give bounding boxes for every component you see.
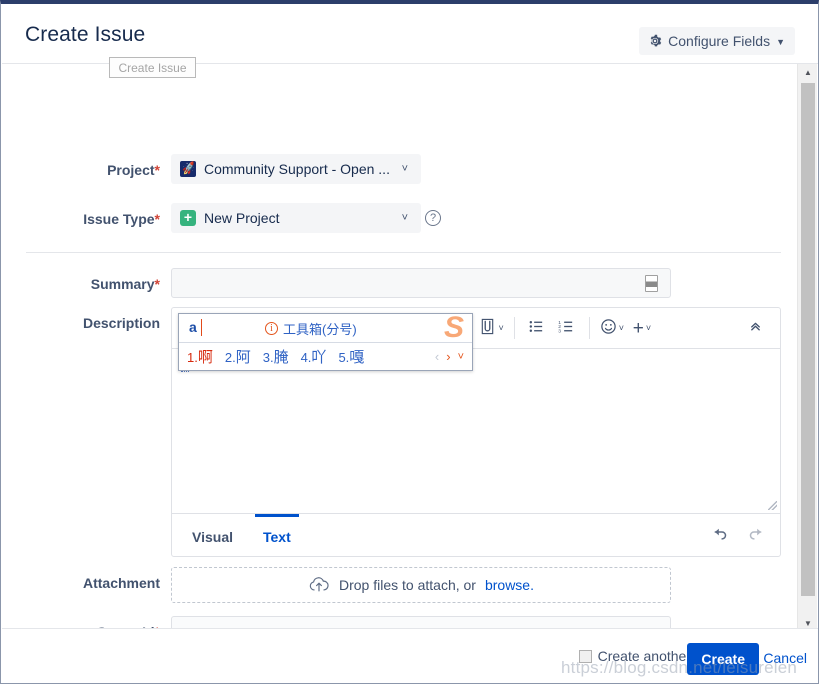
project-value: Community Support - Open ... bbox=[204, 161, 390, 177]
tab-text[interactable]: Text bbox=[255, 514, 299, 556]
ime-toolbox-tip[interactable]: i 工具箱(分号) bbox=[265, 319, 357, 338]
section-divider bbox=[26, 252, 781, 253]
configure-fields-label: Configure Fields bbox=[668, 33, 771, 49]
sogou-logo-icon: S bbox=[443, 313, 464, 344]
ime-text-caret bbox=[201, 319, 202, 336]
create-button[interactable]: Create bbox=[687, 643, 759, 675]
redo-button[interactable] bbox=[747, 524, 764, 546]
create-another-checkbox[interactable] bbox=[578, 649, 592, 663]
editor-resize-handle[interactable] bbox=[768, 501, 777, 510]
chevron-down-icon: ˅ bbox=[401, 163, 408, 175]
scroll-up-arrow[interactable]: ▲ bbox=[798, 64, 818, 81]
ime-next-page-icon[interactable]: › bbox=[446, 349, 450, 364]
attachment-browse-link[interactable]: browse. bbox=[485, 577, 534, 593]
emoji-icon bbox=[600, 318, 617, 339]
chevron-down-icon: ˅ bbox=[401, 212, 408, 224]
dialog-header: Create Issue Configure Fields ▼ bbox=[2, 7, 818, 64]
page-title: Create Issue bbox=[25, 23, 146, 46]
issue-type-label: Issue Type* bbox=[83, 211, 160, 227]
editor-footer: Visual Text bbox=[172, 513, 780, 556]
toolbar-separator bbox=[513, 317, 515, 339]
ime-candidate-list: 1.啊 2.阿 3.腌 4.吖 5.嘎 ‹ › ˅ bbox=[179, 343, 472, 370]
bullet-list-button[interactable] bbox=[522, 314, 552, 342]
numbered-list-button[interactable]: 1 2 3 bbox=[552, 314, 582, 342]
summary-label: Summary* bbox=[90, 276, 160, 292]
attach-button[interactable]: ˅ bbox=[476, 314, 506, 342]
chevron-down-icon: ▼ bbox=[776, 36, 785, 47]
cancel-button[interactable]: Cancel bbox=[763, 650, 807, 666]
emoji-button[interactable]: ˅ bbox=[597, 314, 627, 342]
svg-text:3: 3 bbox=[558, 328, 561, 334]
attachment-dropzone[interactable]: Drop files to attach, or browse. bbox=[171, 567, 671, 603]
configure-fields-button[interactable]: Configure Fields ▼ bbox=[639, 27, 795, 55]
attachment-drop-text: Drop files to attach, or bbox=[339, 577, 476, 593]
sogou-ime-popup: a i 工具箱(分号) S 1.啊 2.阿 3.腌 4.吖 5.嘎 ‹ › ˅ bbox=[178, 313, 473, 371]
form-scrollbar[interactable]: ▲ ▼ bbox=[797, 64, 817, 632]
project-select[interactable]: 🚀 Community Support - Open ... ˅ bbox=[171, 154, 421, 184]
undo-button[interactable] bbox=[712, 524, 729, 546]
chevron-down-icon: ˅ bbox=[618, 323, 624, 333]
tooltip-create-issue: Create Issue bbox=[109, 57, 196, 78]
plus-icon: + bbox=[632, 317, 644, 339]
collapse-toolbar-button[interactable] bbox=[740, 314, 770, 342]
rocket-project-icon: 🚀 bbox=[180, 161, 196, 177]
summary-input[interactable] bbox=[171, 268, 671, 298]
project-label: Project* bbox=[107, 162, 160, 178]
toolbar-separator bbox=[588, 317, 590, 339]
ime-tip-label: 工具箱(分号) bbox=[283, 322, 357, 337]
ime-expand-icon[interactable]: ˅ bbox=[458, 351, 464, 363]
description-textarea[interactable]: a bbox=[172, 349, 780, 513]
dialog-footer: Create another Create Cancel bbox=[2, 628, 818, 682]
bullet-list-icon bbox=[528, 318, 545, 339]
issue-type-value: New Project bbox=[204, 210, 280, 226]
ime-candidate-4[interactable]: 4.吖 bbox=[301, 346, 327, 367]
scrollbar-thumb[interactable] bbox=[801, 83, 815, 596]
create-another-label: Create another bbox=[597, 648, 691, 664]
ime-prev-page-icon[interactable]: ‹ bbox=[435, 349, 439, 364]
chevron-down-icon: ˅ bbox=[498, 323, 504, 333]
ime-candidate-3[interactable]: 3.腌 bbox=[263, 346, 289, 367]
plus-square-icon: + bbox=[180, 210, 196, 226]
insert-more-button[interactable]: + ˅ bbox=[627, 314, 657, 342]
create-another-checkbox-row[interactable]: Create another bbox=[578, 648, 691, 664]
paperclip-icon bbox=[479, 318, 496, 339]
summary-suggestion-icon[interactable] bbox=[645, 275, 658, 292]
numbered-list-icon: 1 2 3 bbox=[558, 318, 575, 339]
ime-pager: ‹ › ˅ bbox=[435, 349, 472, 364]
ime-candidate-2[interactable]: 2.阿 bbox=[225, 346, 251, 367]
chevron-up-icon bbox=[748, 319, 763, 337]
upload-cloud-icon bbox=[308, 576, 330, 594]
issue-type-select[interactable]: + New Project ˅ bbox=[171, 203, 421, 233]
ime-candidate-5[interactable]: 5.嘎 bbox=[338, 346, 364, 367]
ime-candidate-1[interactable]: 1.啊 bbox=[187, 346, 213, 367]
tab-visual[interactable]: Visual bbox=[188, 514, 237, 556]
issue-type-help-icon[interactable]: ? bbox=[425, 210, 441, 226]
gear-icon bbox=[648, 34, 662, 48]
description-label: Description bbox=[82, 315, 160, 331]
chevron-down-icon: ˅ bbox=[645, 323, 652, 333]
ime-pinyin-text: a bbox=[189, 319, 197, 335]
attachment-label: Attachment bbox=[82, 575, 160, 591]
info-icon: i bbox=[265, 322, 278, 335]
create-issue-dialog-window: Create Issue Configure Fields ▼ Create I… bbox=[0, 0, 819, 684]
ime-composition-bar: a i 工具箱(分号) S bbox=[179, 313, 472, 344]
